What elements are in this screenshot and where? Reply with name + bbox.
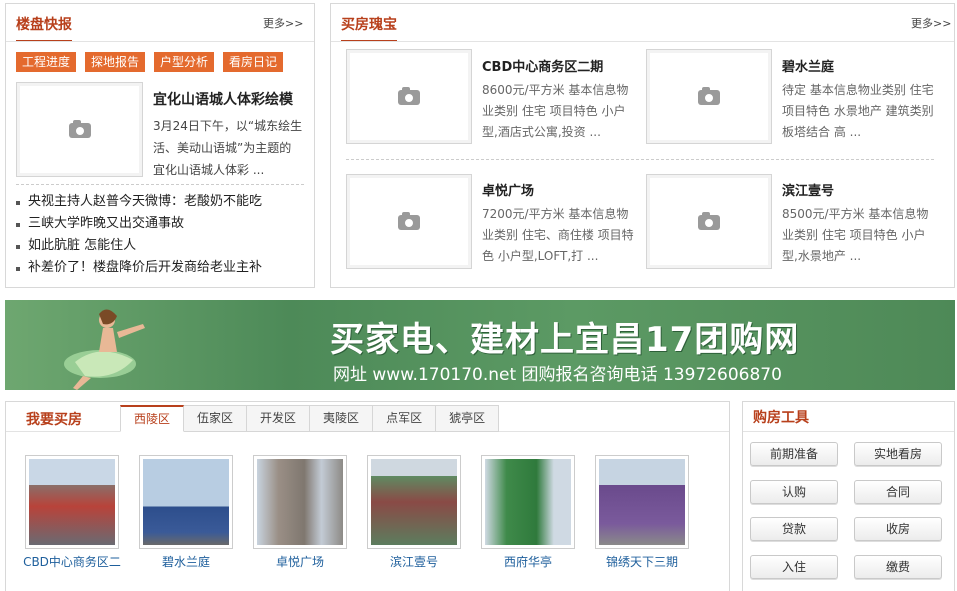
- news-headline[interactable]: 宜化山语城人体彩绘模: [153, 89, 293, 109]
- tab-xiaoting[interactable]: 猇亭区: [436, 405, 500, 432]
- pick-desc: 8500元/平方米 基本信息物业类别 住宅 项目特色 小户型,水景地产 ...: [782, 207, 929, 263]
- dancing-woman-illustration: [64, 309, 145, 390]
- news-more-link[interactable]: 更多>>: [263, 15, 303, 31]
- tab-yiling[interactable]: 夷陵区: [310, 405, 374, 432]
- property-photo[interactable]: [139, 455, 233, 549]
- property-photo[interactable]: [25, 455, 119, 549]
- news-panel: 楼盘快报 更多>> 工程进度 探地报告 户型分析 看房日记 宜化山语城人体彩绘模…: [5, 3, 315, 288]
- news-summary: 3月24日下午，以“城东绘生活、美动山语城”为主题的宜化山语城人体彩 ...: [153, 119, 303, 177]
- pick-name[interactable]: 滨江壹号: [782, 180, 834, 199]
- property-photo[interactable]: [253, 455, 347, 549]
- site-visit-button[interactable]: 实地看房: [854, 442, 942, 466]
- list-item[interactable]: 如此肮脏 怎能住人: [16, 235, 262, 257]
- move-in-button[interactable]: 入住: [750, 555, 838, 579]
- property-name[interactable]: 碧水兰庭: [131, 553, 241, 570]
- pick-image-placeholder[interactable]: [646, 174, 772, 269]
- tag-progress[interactable]: 工程进度: [16, 52, 77, 72]
- camera-icon: [698, 211, 720, 230]
- tag-viewing-diary[interactable]: 看房日记: [223, 52, 284, 72]
- camera-icon: [698, 86, 720, 105]
- pick-image-placeholder[interactable]: [646, 49, 772, 144]
- list-item[interactable]: 三峡大学昨晚又出交通事故: [16, 213, 262, 235]
- property-photo[interactable]: [367, 455, 461, 549]
- banner-subline: 网址 www.170170.net 团购报名咨询电话 13972606870: [333, 365, 782, 385]
- news-list: 央视主持人赵普今天微博：老酸奶不能吃 三峡大学昨晚又出交通事故 如此肮脏 怎能住…: [16, 191, 262, 279]
- pick-name[interactable]: 碧水兰庭: [782, 56, 834, 75]
- payment-button[interactable]: 缴费: [854, 555, 942, 579]
- camera-icon: [398, 211, 420, 230]
- picks-panel: 买房瑰宝 更多>> CBD中心商务区二期 8600元/平方米 基本信息物业类别 …: [330, 3, 955, 288]
- pick-image-placeholder[interactable]: [346, 49, 472, 144]
- property-name[interactable]: 卓悦广场: [245, 553, 355, 570]
- contract-button[interactable]: 合同: [854, 480, 942, 504]
- tab-wujia[interactable]: 伍家区: [184, 405, 248, 432]
- dashed-divider: [16, 184, 304, 185]
- picks-more-link[interactable]: 更多>>: [911, 15, 951, 31]
- pick-desc: 8600元/平方米 基本信息物业类别 住宅 项目特色 小户型,酒店式公寓,投资 …: [482, 83, 629, 139]
- property-name[interactable]: CBD中心商务区二: [17, 553, 127, 570]
- tab-xiling[interactable]: 西陵区: [120, 405, 185, 432]
- loan-button[interactable]: 贷款: [750, 517, 838, 541]
- pick-image-placeholder[interactable]: [346, 174, 472, 269]
- subscribe-button[interactable]: 认购: [750, 480, 838, 504]
- dashed-divider: [346, 159, 934, 160]
- tab-dianjun[interactable]: 点军区: [373, 405, 437, 432]
- pick-desc: 7200元/平方米 基本信息物业类别 住宅、商住楼 项目特色 小户型,LOFT,…: [482, 207, 634, 263]
- prep-button[interactable]: 前期准备: [750, 442, 838, 466]
- pick-desc: 待定 基本信息物业类别 住宅 项目特色 水景地产 建筑类别 板塔结合 高 ...: [782, 83, 934, 139]
- property-name[interactable]: 西府华亭: [473, 553, 583, 570]
- camera-icon: [68, 119, 91, 138]
- property-name[interactable]: 滨江壹号: [359, 553, 469, 570]
- divider: [743, 431, 954, 432]
- receive-house-button[interactable]: 收房: [854, 517, 942, 541]
- divider: [331, 41, 954, 42]
- property-photo[interactable]: [481, 455, 575, 549]
- pick-name[interactable]: 卓悦广场: [482, 180, 534, 199]
- tag-site-report[interactable]: 探地报告: [85, 52, 146, 72]
- tab-kaifa[interactable]: 开发区: [247, 405, 311, 432]
- divider: [6, 41, 314, 42]
- tools-panel: 购房工具 前期准备 实地看房 认购 合同 贷款 收房 入住 缴费: [742, 401, 955, 591]
- tag-layout-analysis[interactable]: 户型分析: [154, 52, 215, 72]
- banner-headline: 买家电、建材上宜昌17团购网: [330, 320, 800, 360]
- ad-banner[interactable]: 买家电、建材上宜昌17团购网 网址 www.170170.net 团购报名咨询电…: [5, 300, 955, 390]
- news-image-placeholder[interactable]: [16, 82, 143, 177]
- list-item[interactable]: 央视主持人赵普今天微博：老酸奶不能吃: [16, 191, 262, 213]
- property-name[interactable]: 锦绣天下三期: [587, 553, 697, 570]
- district-tabs: 西陵区 伍家区 开发区 夷陵区 点军区 猇亭区: [120, 405, 500, 432]
- list-item[interactable]: 补差价了！楼盘降价后开发商给老业主补: [16, 257, 262, 279]
- pick-name[interactable]: CBD中心商务区二期: [482, 56, 603, 75]
- camera-icon: [398, 86, 420, 105]
- news-panel-title: 楼盘快报: [16, 14, 72, 42]
- tools-panel-title: 购房工具: [753, 410, 809, 426]
- property-photo[interactable]: [595, 455, 689, 549]
- picks-panel-title: 买房瑰宝: [341, 14, 397, 42]
